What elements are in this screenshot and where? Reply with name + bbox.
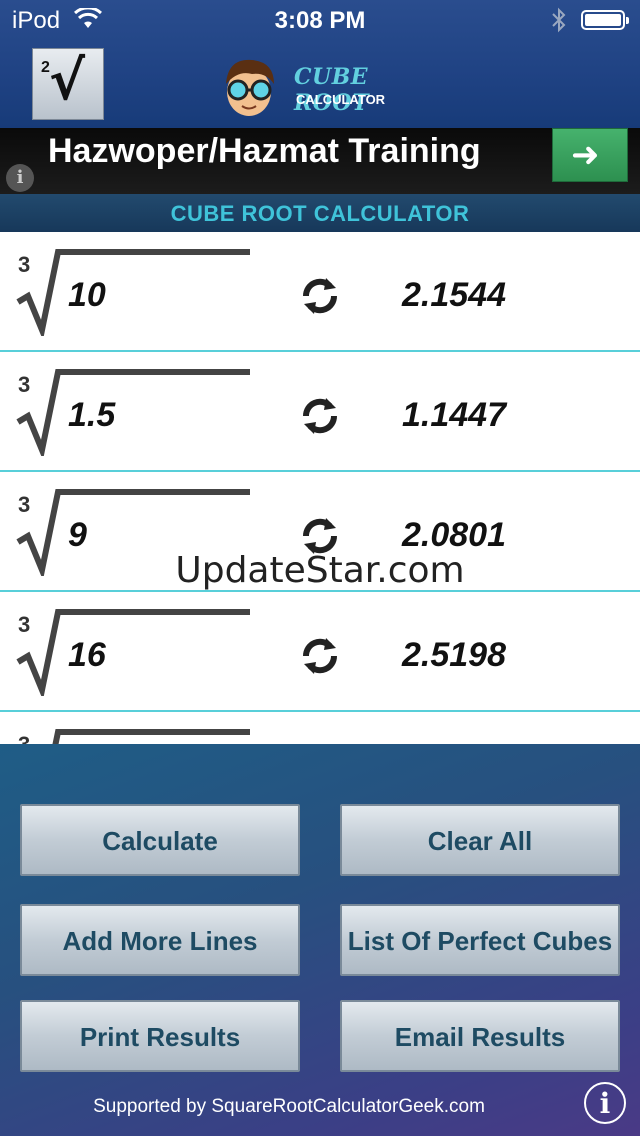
radicand-input[interactable]: 16 bbox=[68, 636, 106, 675]
top-header: iPod 3:08 PM 2 √ CUBE ROOT CALCULATOR bbox=[0, 0, 640, 128]
square-root-calculator-button[interactable]: 2 √ bbox=[32, 48, 104, 120]
ad-banner[interactable]: i Hazwoper/Hazmat Training ➜ bbox=[0, 128, 640, 194]
email-results-button[interactable]: Email Results bbox=[340, 1000, 620, 1072]
root-degree: 3 bbox=[18, 372, 31, 397]
arrow-right-icon: ➜ bbox=[571, 135, 600, 175]
refresh-icon[interactable] bbox=[298, 634, 342, 678]
cube-root-radical-icon bbox=[16, 609, 250, 696]
controls-panel: Calculate Clear All Add More Lines List … bbox=[0, 744, 640, 1136]
section-title: CUBE ROOT CALCULATOR bbox=[0, 194, 640, 232]
app-title: CUBE ROOT bbox=[294, 64, 369, 116]
root-degree: 3 bbox=[18, 732, 30, 744]
app-subtitle: CALCULATOR bbox=[296, 92, 386, 107]
radicand-input[interactable]: 1.5 bbox=[68, 396, 115, 435]
status-time: 3:08 PM bbox=[274, 7, 366, 34]
supported-by-link[interactable]: Supported by SquareRootCalculatorGeek.co… bbox=[0, 1096, 578, 1118]
cube-root-radical-icon bbox=[16, 369, 250, 456]
ad-go-button[interactable]: ➜ bbox=[552, 128, 628, 182]
result-value: 2.5198 bbox=[402, 636, 506, 674]
result-value: 1.1447 bbox=[402, 396, 506, 434]
bluetooth-icon bbox=[550, 7, 568, 40]
calc-row: 3 bbox=[0, 712, 640, 744]
calculate-button[interactable]: Calculate bbox=[20, 804, 300, 876]
print-results-button[interactable]: Print Results bbox=[20, 1000, 300, 1072]
cube-root-radical-icon bbox=[16, 249, 250, 336]
ad-info-icon[interactable]: i bbox=[6, 164, 34, 192]
geek-mascot-icon bbox=[226, 59, 274, 116]
cube-root-radical-icon bbox=[52, 729, 250, 744]
refresh-icon[interactable] bbox=[298, 274, 342, 318]
calculation-list[interactable]: 3 10 2.1544 3 1.5 1.1447 3 9 2.0801 3 16… bbox=[0, 232, 640, 744]
refresh-icon[interactable] bbox=[298, 394, 342, 438]
status-bar: iPod 3:08 PM bbox=[0, 0, 640, 40]
root-degree: 3 bbox=[18, 492, 31, 517]
list-perfect-cubes-button[interactable]: List Of Perfect Cubes bbox=[340, 904, 620, 976]
root-degree: 3 bbox=[18, 612, 31, 637]
radicand-input[interactable]: 10 bbox=[68, 276, 106, 315]
result-value: 2.1544 bbox=[402, 276, 506, 314]
calc-row: 3 16 2.5198 bbox=[0, 592, 640, 712]
calc-row: 3 1.5 1.1447 bbox=[0, 352, 640, 472]
square-root-icon: √ bbox=[49, 49, 86, 112]
info-icon[interactable]: i bbox=[584, 1082, 626, 1124]
ad-headline[interactable]: Hazwoper/Hazmat Training bbox=[48, 132, 481, 171]
watermark-text: UpdateStar.com bbox=[175, 550, 465, 591]
clear-all-button[interactable]: Clear All bbox=[340, 804, 620, 876]
root-degree: 3 bbox=[18, 252, 31, 277]
add-more-lines-button[interactable]: Add More Lines bbox=[20, 904, 300, 976]
calc-row: 3 10 2.1544 bbox=[0, 232, 640, 352]
battery-icon bbox=[581, 10, 629, 30]
app-logo: CUBE ROOT CALCULATOR bbox=[216, 50, 436, 122]
